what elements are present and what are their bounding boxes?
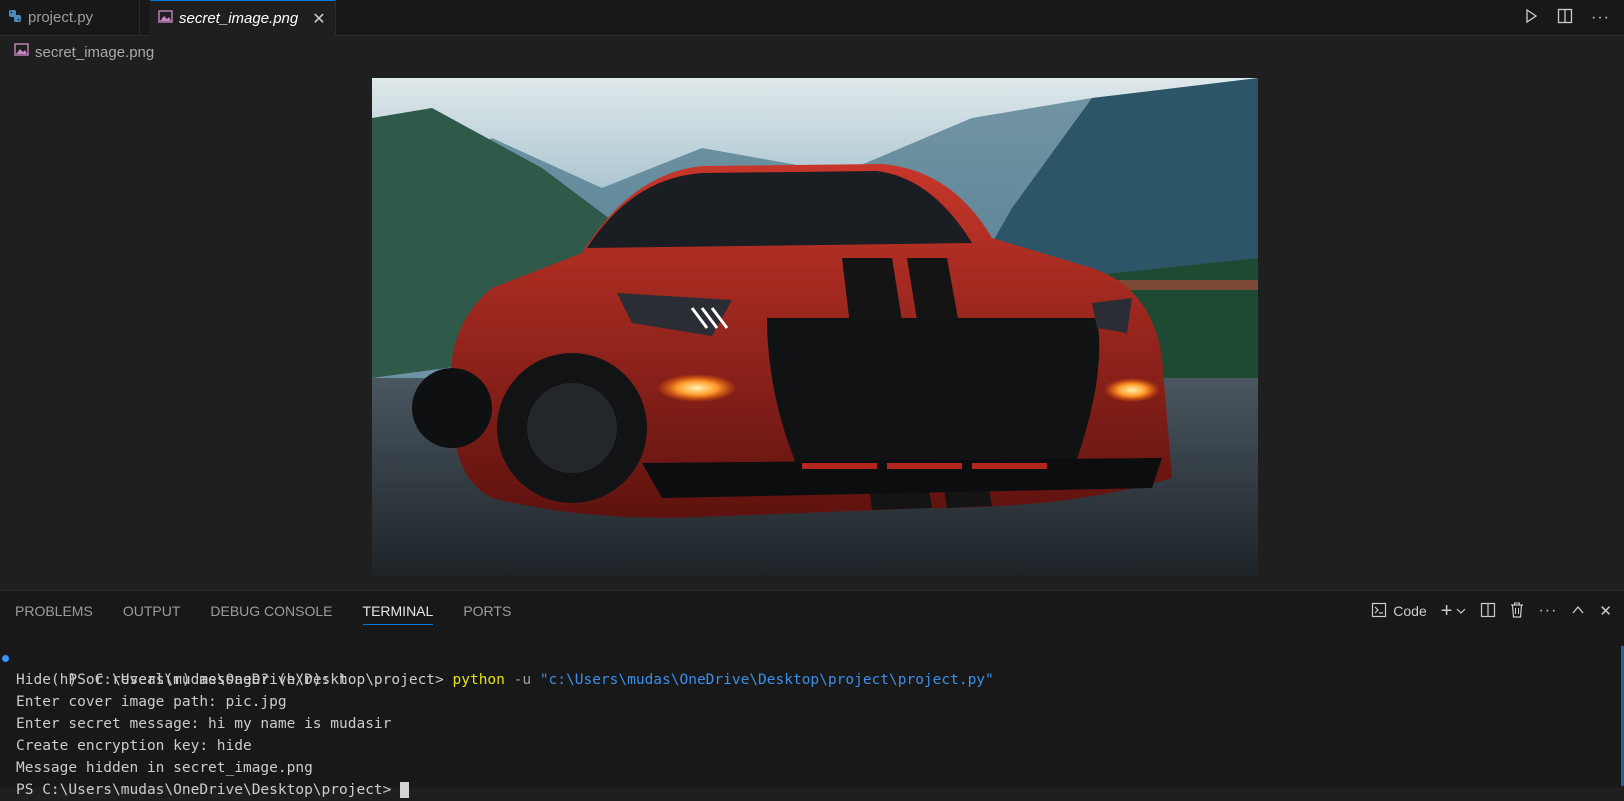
shell-label: Code [1393, 603, 1427, 619]
new-terminal-button[interactable]: + [1440, 600, 1467, 622]
tab-label: project.py [28, 9, 94, 26]
plus-icon: + [1440, 600, 1453, 622]
more-actions-icon[interactable]: ··· [1538, 602, 1557, 620]
tab-label: OUTPUT [122, 603, 181, 619]
tab-secret-image[interactable]: secret_image.png ✕ [150, 0, 336, 36]
tab-output[interactable]: OUTPUT [108, 591, 196, 631]
terminal-line: Create encryption key: hide [16, 738, 252, 754]
tab-project-py[interactable]: project.py [0, 0, 140, 35]
editor-tab-bar: project.py secret_image.png ✕ ··· [0, 0, 1624, 36]
tab-label: PORTS [463, 603, 512, 619]
tab-label: secret_image.png [179, 10, 299, 27]
terminal-line: PS C:\Users\mudas\OneDrive\Desktop\proje… [0, 779, 1624, 801]
tab-debug-console[interactable]: DEBUG CONSOLE [195, 591, 347, 631]
tab-terminal[interactable]: TERMINAL [348, 591, 449, 631]
tab-label: PROBLEMS [15, 603, 93, 619]
tab-ports[interactable]: PORTS [448, 591, 526, 631]
more-actions-icon[interactable]: ··· [1591, 9, 1610, 27]
split-editor-icon[interactable] [1557, 8, 1573, 27]
terminal-prompt: PS C:\Users\mudas\OneDrive\Desktop\proje… [16, 782, 401, 798]
preview-image[interactable] [372, 78, 1258, 575]
image-file-icon [158, 9, 173, 28]
terminal-output[interactable]: PS C:\Users\mudas\OneDrive\Desktop\proje… [0, 647, 1624, 801]
chevron-down-icon [1456, 603, 1466, 619]
trash-icon[interactable] [1510, 602, 1524, 621]
breadcrumb: secret_image.png [14, 40, 154, 64]
tab-problems[interactable]: PROBLEMS [0, 591, 108, 631]
bottom-panel: PROBLEMS OUTPUT DEBUG CONSOLE TERMINAL P… [0, 590, 1624, 798]
editor-actions: ··· [1523, 0, 1624, 35]
terminal-line: Enter secret message: hi my name is muda… [16, 716, 392, 732]
terminal-actions: Code + ··· ✕ [1371, 591, 1624, 631]
terminal-icon [1371, 602, 1387, 621]
split-terminal-icon[interactable] [1480, 602, 1496, 621]
close-panel-icon[interactable]: ✕ [1599, 602, 1612, 620]
close-icon[interactable]: ✕ [312, 9, 325, 29]
image-file-icon [14, 43, 29, 61]
terminal-line: Hide(h) or reveal(r) message? (h/r): h [16, 672, 348, 688]
terminal-line: Message hidden in secret_image.png [16, 760, 313, 776]
terminal-cursor [400, 782, 410, 798]
python-icon [8, 9, 22, 27]
terminal-line: Enter cover image path: pic.jpg [16, 694, 287, 710]
image-viewer [0, 68, 1624, 580]
tab-label: TERMINAL [362, 603, 434, 625]
maximize-panel-icon[interactable] [1571, 603, 1585, 620]
panel-tabs: PROBLEMS OUTPUT DEBUG CONSOLE TERMINAL P… [0, 591, 526, 631]
breadcrumb-item[interactable]: secret_image.png [35, 44, 154, 61]
run-icon[interactable] [1523, 8, 1539, 27]
command-decoration-dot[interactable] [2, 655, 9, 662]
tab-label: DEBUG CONSOLE [210, 603, 333, 619]
terminal-shell-selector[interactable]: Code [1371, 602, 1427, 621]
terminal-line: PS C:\Users\mudas\OneDrive\Desktop\proje… [0, 647, 1624, 688]
